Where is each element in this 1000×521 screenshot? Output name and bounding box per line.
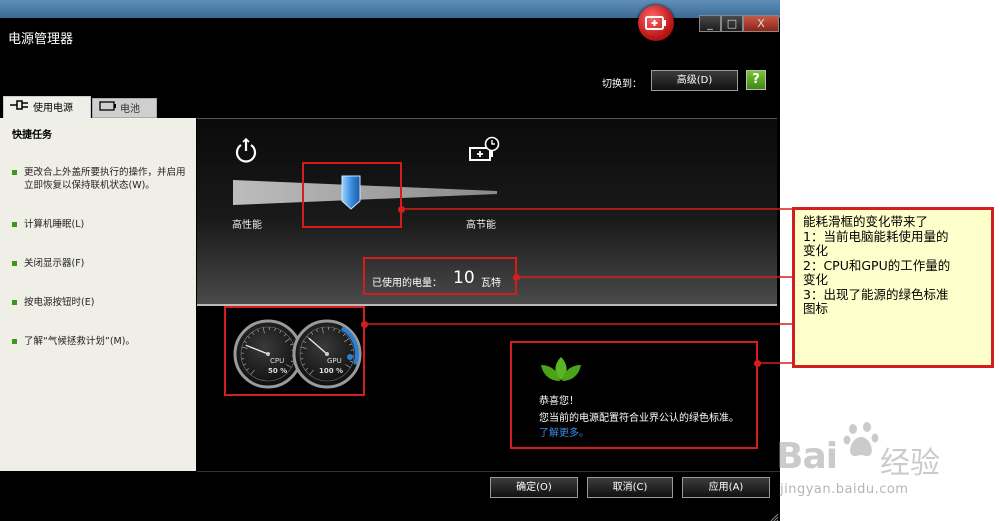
watermark-url: jingyan.baidu.com xyxy=(780,482,909,497)
annotation-line: 图标 xyxy=(803,301,829,316)
annotation-line: 变化 xyxy=(803,272,829,287)
watermark-logo: Bai xyxy=(776,436,838,477)
annotation-dot xyxy=(398,206,405,213)
paw-icon xyxy=(843,420,881,464)
watermark-logo-cn: 经验 xyxy=(880,446,940,481)
annotation-note: 能耗滑框的变化带来了 1：当前电脑能耗使用量的 变化 2：CPU和GPU的工作量… xyxy=(792,207,994,368)
annotation-line: 2：CPU和GPU的工作量的 xyxy=(803,257,951,273)
annotation-dot xyxy=(754,360,761,367)
annotation-line: 变化 xyxy=(803,243,829,258)
annotation-line: 1：当前电脑能耗使用量的 xyxy=(803,228,949,244)
annotation-dot xyxy=(361,321,368,328)
annotation-dot xyxy=(513,274,520,281)
annotation-line: 能耗滑框的变化带来了 xyxy=(803,214,929,229)
annotation-line: 3：出现了能源的绿色标准 xyxy=(803,286,949,302)
